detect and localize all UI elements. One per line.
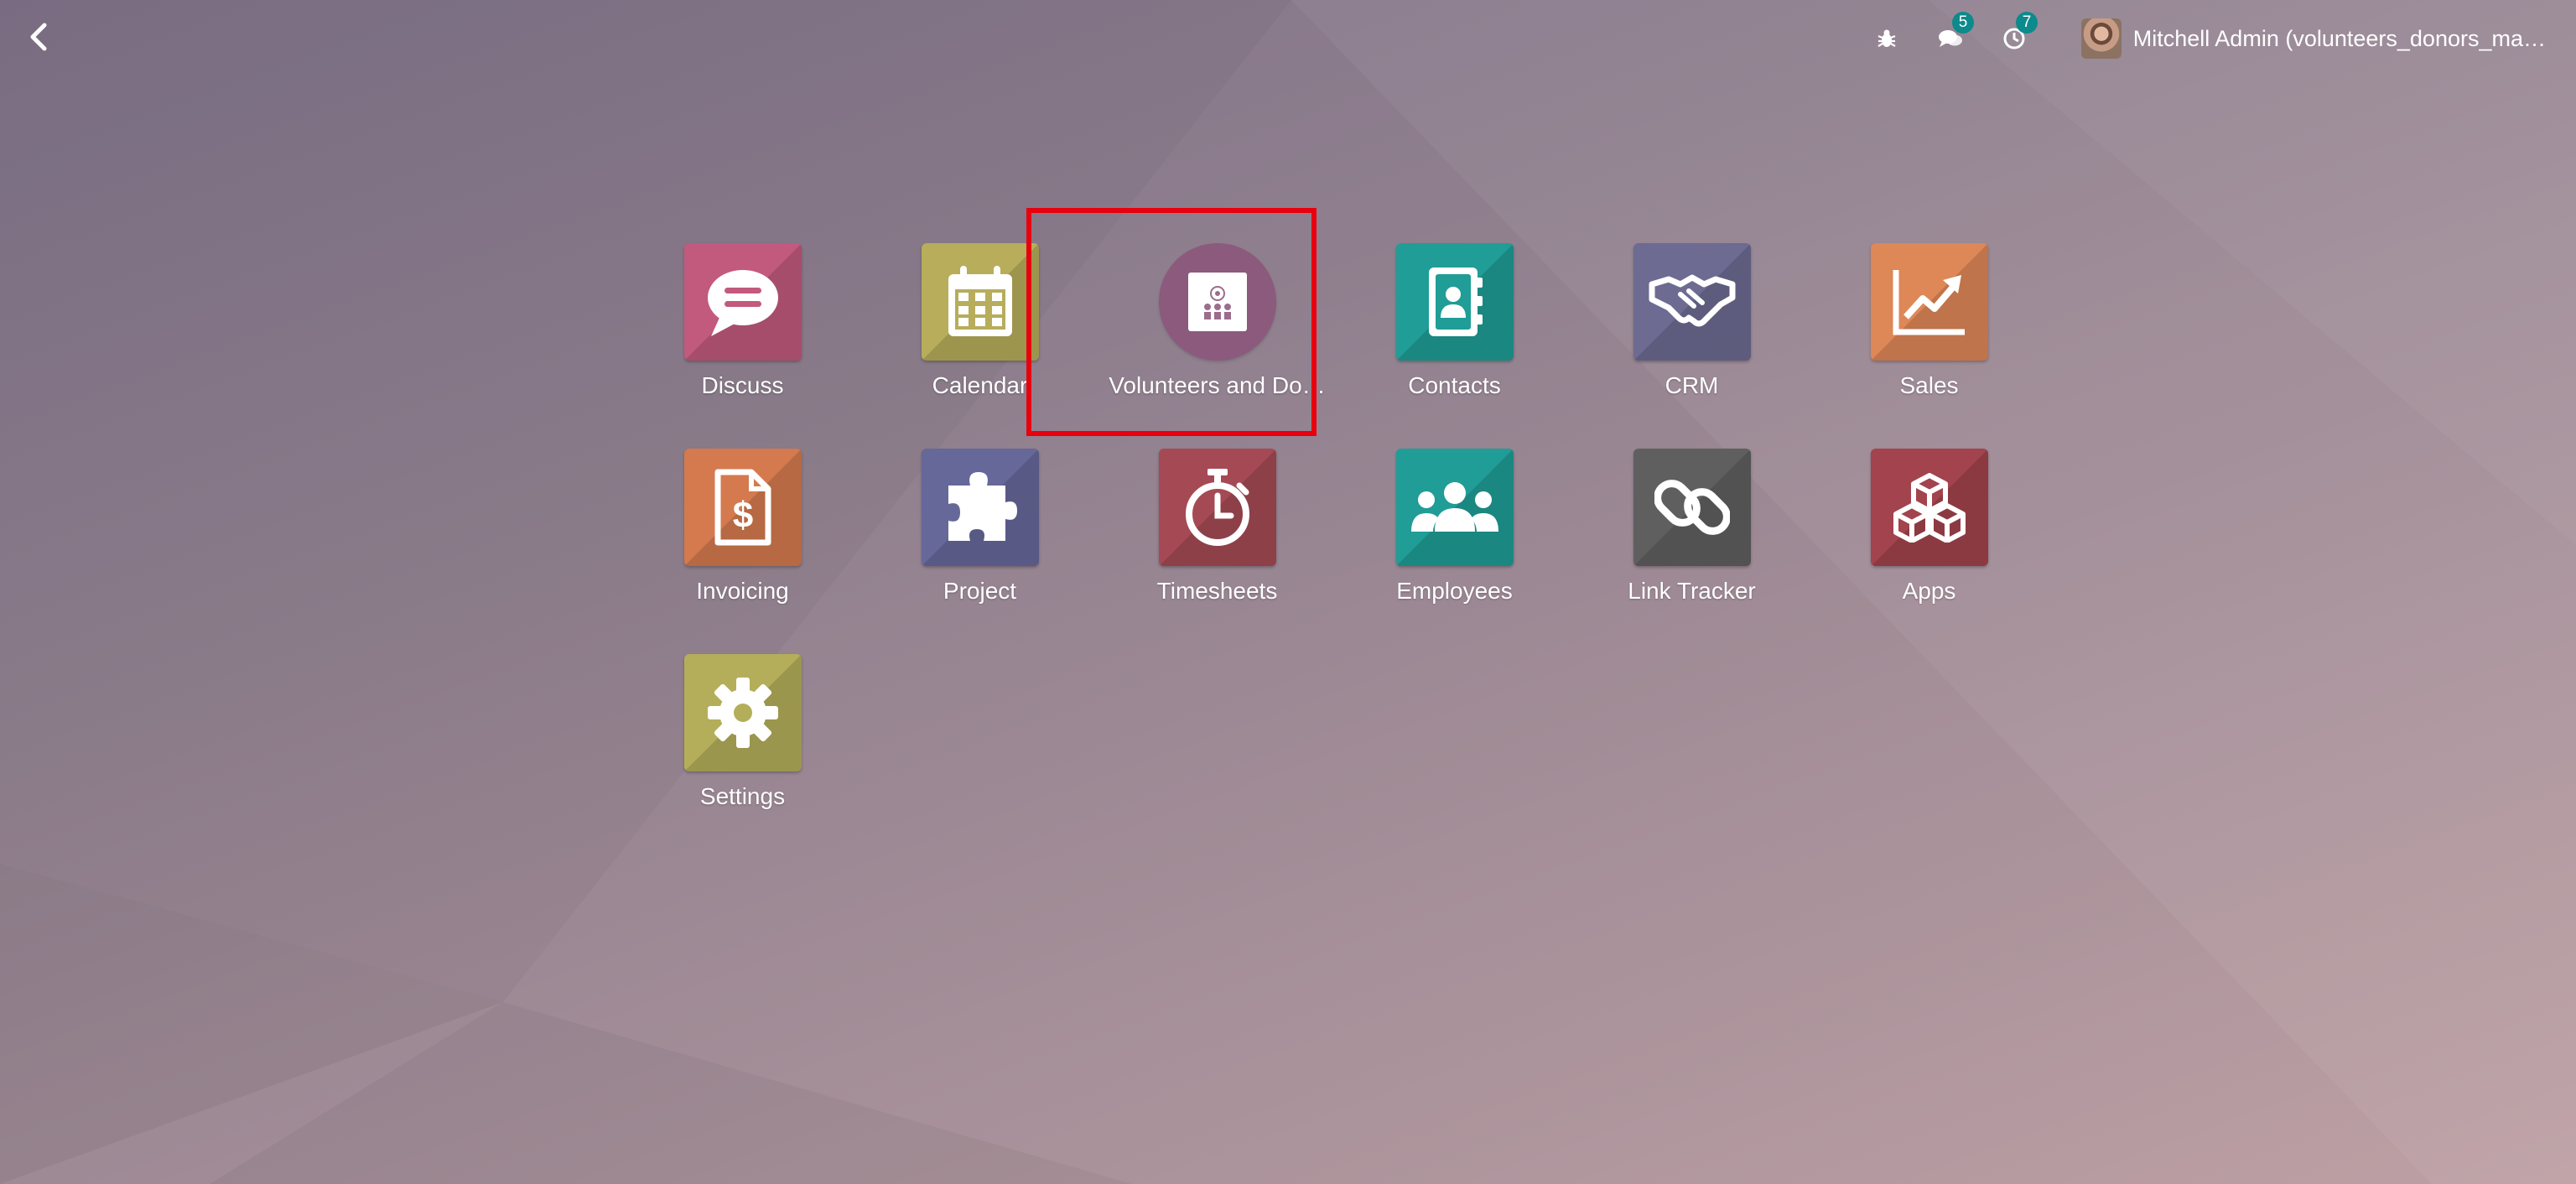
app-icon-tile (1158, 449, 1276, 566)
app-icon-tile (1633, 243, 1751, 361)
user-name: Mitchell Admin (volunteers_donors_ma… (2132, 25, 2546, 51)
chat-bubble-icon (707, 270, 778, 336)
volunteers-icon (1203, 286, 1231, 319)
app-grid: Discuss Calendar Volunteers and Do… Cont… (624, 243, 2048, 859)
app-icon-image (1187, 273, 1247, 331)
systray: 5 7 Mitchell Admin (volunteers_donors_ma… (1840, 12, 2546, 64)
cubes-icon (1893, 473, 1966, 543)
users-icon (1410, 482, 1498, 532)
handshake-icon (1649, 274, 1735, 327)
app-calendar[interactable]: Calendar (861, 243, 1098, 449)
app-volunteers-and-donors[interactable]: Volunteers and Do… (1098, 243, 1336, 449)
gear-icon (707, 678, 778, 748)
app-icon-tile (683, 243, 802, 361)
app-icon-tile (1395, 243, 1514, 361)
app-label: Discuss (701, 372, 784, 398)
app-icon-tile (1395, 449, 1514, 566)
app-label: Contacts (1408, 372, 1501, 398)
app-icon-tile: $ (683, 449, 802, 566)
stopwatch-icon (1185, 469, 1249, 546)
user-menu[interactable]: Mitchell Admin (volunteers_donors_ma… (2080, 18, 2546, 59)
app-discuss[interactable]: Discuss (624, 243, 861, 449)
app-apps[interactable]: Apps (1810, 449, 2048, 654)
link-icon (1654, 480, 1730, 535)
chart-up-icon (1893, 270, 1965, 335)
app-contacts[interactable]: Contacts (1336, 243, 1573, 449)
app-label: Volunteers and Do… (1109, 372, 1326, 398)
back-button[interactable] (22, 20, 55, 54)
messages-count-badge: 5 (1951, 12, 1975, 34)
app-icon-tile (683, 654, 802, 771)
app-invoicing[interactable]: $ Invoicing (624, 449, 861, 654)
puzzle-icon (948, 472, 1017, 541)
invoice-dollar-icon: $ (714, 469, 771, 546)
app-icon-tile (1158, 243, 1276, 361)
app-link-tracker[interactable]: Link Tracker (1573, 449, 1810, 654)
app-label: Settings (699, 783, 786, 809)
app-label: Apps (1902, 578, 1956, 604)
app-icon-tile (1870, 449, 1988, 566)
app-project[interactable]: Project (861, 449, 1098, 654)
bug-icon (1877, 29, 1896, 47)
app-label: Link Tracker (1628, 578, 1756, 604)
app-label: Employees (1396, 578, 1513, 604)
address-book-icon (1428, 267, 1483, 336)
avatar (2080, 18, 2122, 59)
app-icon-tile (921, 243, 1039, 361)
app-icon-tile (921, 449, 1039, 566)
calendar-icon (948, 266, 1012, 336)
app-crm[interactable]: CRM (1573, 243, 1810, 449)
messages-menu[interactable]: 5 (1934, 12, 1975, 55)
app-settings[interactable]: Settings (624, 654, 861, 859)
app-timesheets[interactable]: Timesheets (1098, 449, 1336, 654)
top-bar: 5 7 Mitchell Admin (volunteers_donors_ma… (0, 0, 2576, 77)
app-label: CRM (1665, 372, 1719, 398)
app-label: Project (943, 578, 1017, 604)
app-sales[interactable]: Sales (1810, 243, 2048, 449)
activities-menu[interactable]: 7 (1997, 12, 2038, 55)
app-label: Calendar (932, 372, 1028, 398)
chevron-left-icon (30, 23, 47, 51)
activities-count-badge: 7 (2015, 12, 2038, 34)
app-employees[interactable]: Employees (1336, 449, 1573, 654)
app-icon-tile (1870, 243, 1988, 361)
svg-text:$: $ (732, 495, 752, 536)
app-icon-tile (1633, 449, 1751, 566)
debug-menu[interactable] (1870, 22, 1903, 55)
app-label: Sales (1899, 372, 1959, 398)
app-label: Timesheets (1156, 578, 1278, 604)
app-label: Invoicing (696, 578, 789, 604)
